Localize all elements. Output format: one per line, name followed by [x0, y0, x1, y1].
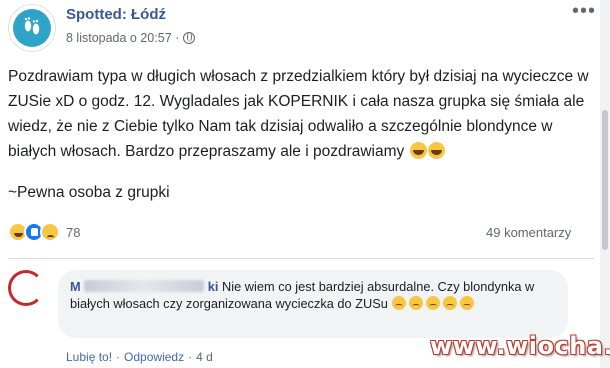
post-meta: 8 listopada o 20:57 · [66, 31, 196, 45]
upside-down-emoji-icon [408, 296, 423, 310]
reactions-count: 78 [66, 224, 81, 240]
upside-down-emoji-icon [459, 296, 474, 310]
comments-count[interactable]: 49 komentarzy [486, 225, 571, 240]
upside-down-emoji-icon [442, 296, 457, 310]
comment-age[interactable]: 4 d [196, 350, 213, 364]
watermark: www.wiocha.pl [430, 332, 610, 360]
comment-author-end: ki [207, 279, 219, 294]
divider [8, 258, 594, 259]
comment-actions: Lubię to! · Odpowiedz · 4 d [66, 350, 213, 364]
upside-down-emoji-icon [425, 296, 440, 310]
post-date[interactable]: 8 listopada o 20:57 · [66, 31, 179, 45]
blurred-name [84, 280, 205, 292]
separator: · [188, 350, 193, 364]
comment-author-start: M [70, 279, 81, 294]
post-signature: ~Pewna osoba z grupki [8, 184, 170, 201]
reactions-summary[interactable]: 78 [8, 222, 80, 242]
page-avatar[interactable] [8, 4, 56, 52]
sad-reaction-icon [40, 222, 60, 242]
comment-author[interactable]: M ki [70, 279, 218, 294]
post-body: Pozdrawiam typa w długich włosach z prze… [8, 68, 589, 160]
laughing-emoji-icon [427, 142, 445, 159]
reply-button[interactable]: Odpowiedz [124, 350, 184, 364]
scrollbar-thumb[interactable] [602, 110, 608, 250]
more-dots-icon[interactable]: ••• [572, 1, 596, 21]
upside-down-emoji-icon [391, 296, 406, 310]
laughing-emoji-icon [409, 142, 427, 159]
page-name[interactable]: Spotted: Łódź [66, 6, 166, 23]
post-text: Pozdrawiam typa w długich włosach z prze… [8, 64, 598, 164]
globe-icon[interactable] [183, 32, 196, 44]
facebook-post: Spotted: Łódź 8 listopada o 20:57 · ••• … [0, 0, 610, 368]
like-button[interactable]: Lubię to! [66, 350, 112, 364]
footprints-icon [13, 9, 51, 47]
commenter-avatar[interactable] [8, 270, 44, 306]
separator: · [116, 350, 121, 364]
comment-bubble: M ki Nie wiem co jest bardziej absurdaln… [58, 270, 568, 338]
